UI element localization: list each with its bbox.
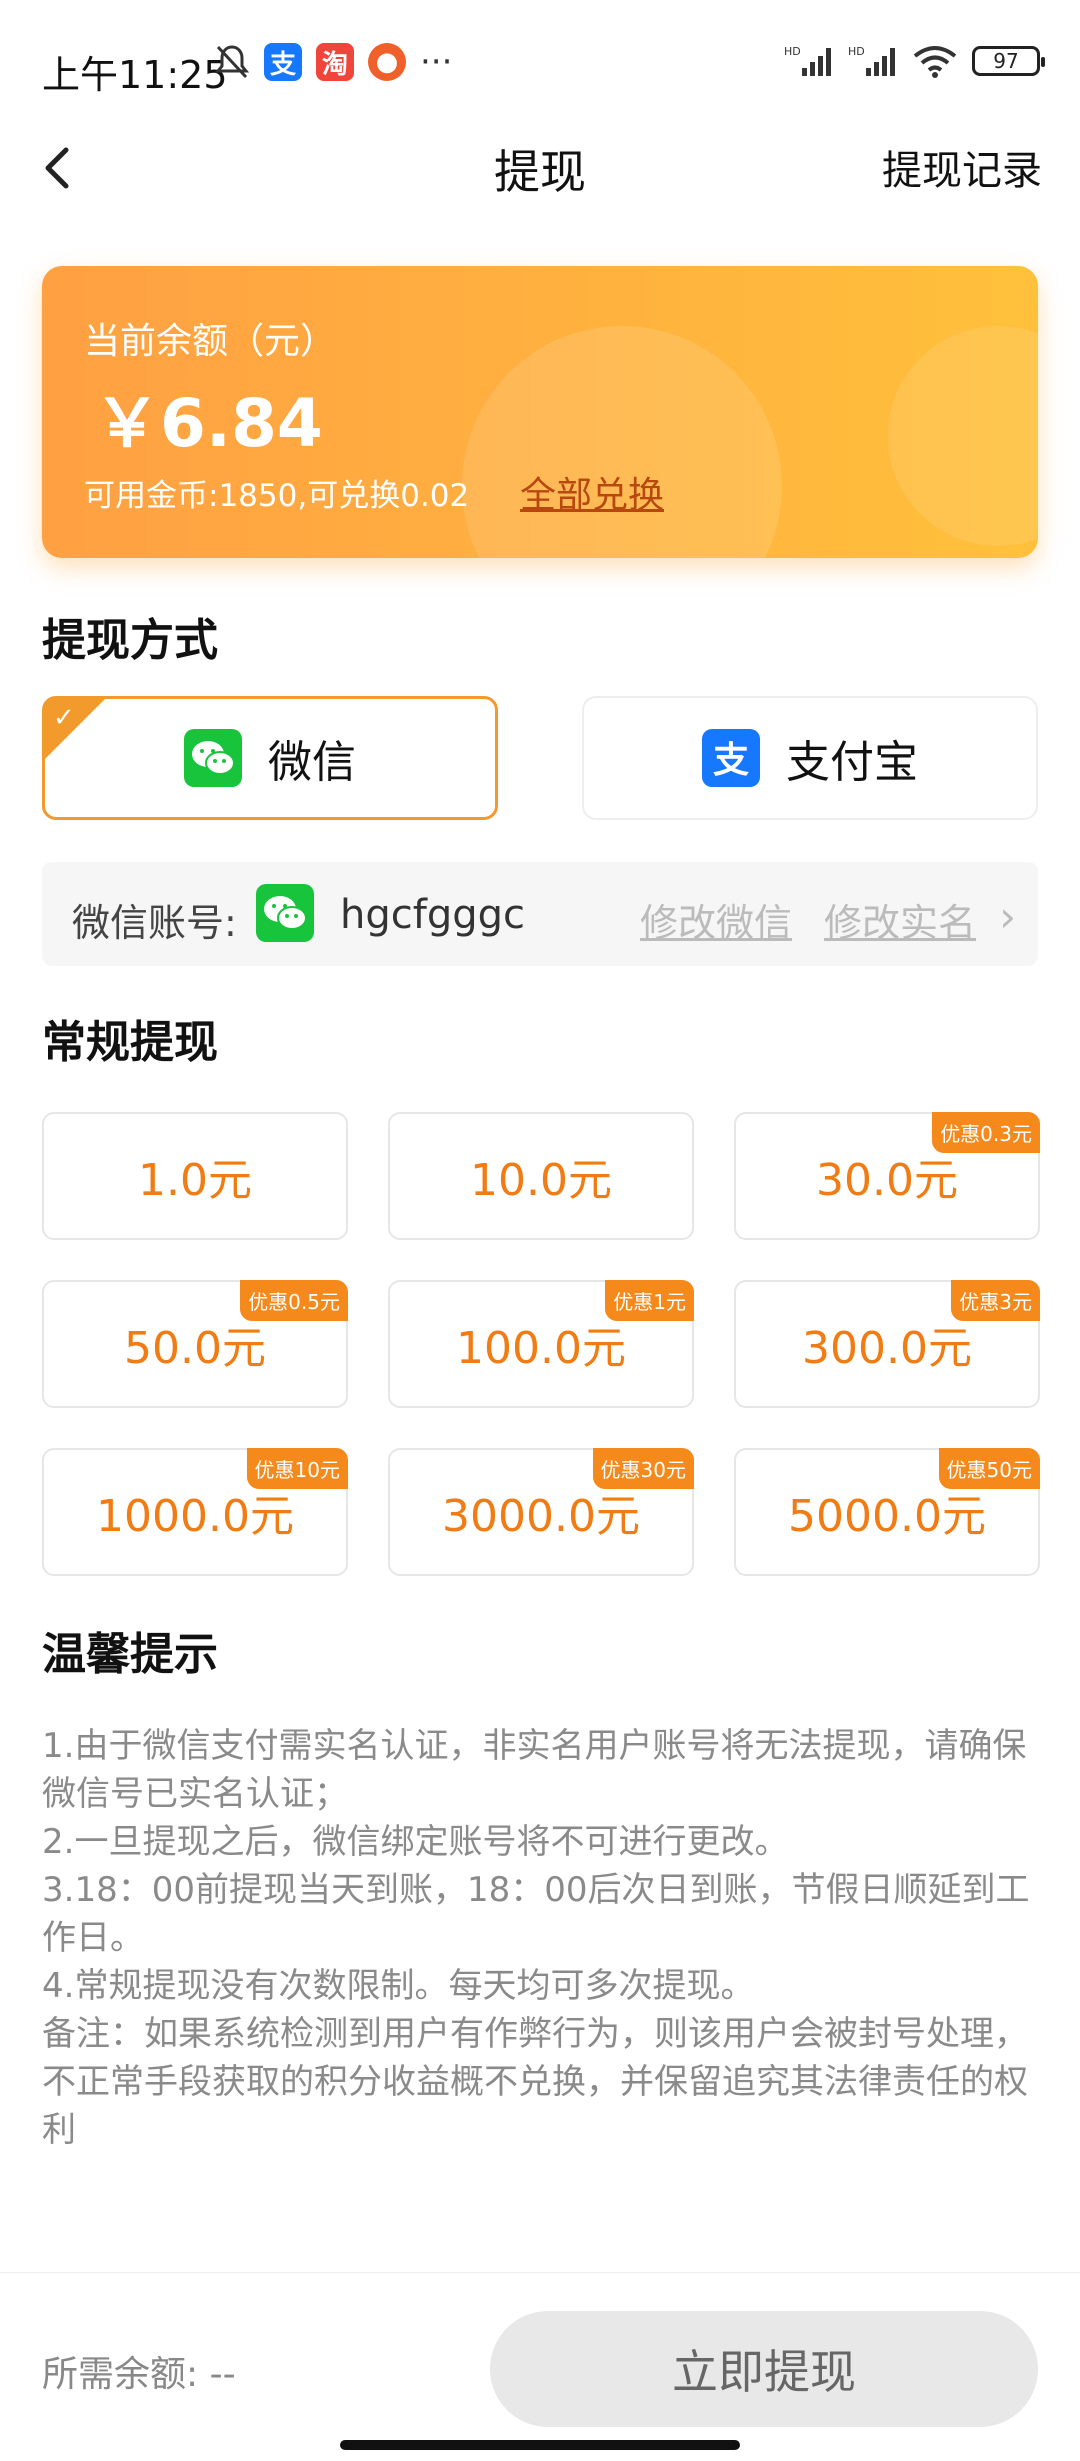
alipay-notification-icon: 支	[264, 43, 302, 81]
withdraw-now-button[interactable]: 立即提现	[490, 2311, 1038, 2427]
amount-option[interactable]: 1.0元	[42, 1112, 348, 1240]
battery-icon: 97	[972, 46, 1045, 76]
more-notifications-icon: ···	[420, 42, 453, 82]
method-wechat-option[interactable]: ✓ 微信	[42, 696, 498, 820]
method-section-title: 提现方式	[42, 615, 218, 666]
method-wechat-label: 微信	[268, 737, 356, 788]
discount-badge: 优惠1元	[605, 1280, 694, 1321]
app-notification-icon: ●	[368, 43, 406, 81]
hd-label: HD	[784, 45, 801, 58]
chevron-right-icon: ›	[999, 892, 1016, 941]
wechat-account-icon	[256, 884, 314, 942]
discount-badge: 优惠10元	[246, 1448, 348, 1489]
status-time: 上午11:25	[42, 53, 228, 97]
coins-text: 可用金币:1850,可兑换0.02	[84, 478, 470, 514]
exchange-all-link[interactable]: 全部兑换	[520, 466, 664, 518]
required-balance-label: 所需余额: --	[42, 2354, 236, 2395]
card-decoration	[462, 326, 782, 558]
amount-option[interactable]: 1000.0元 优惠10元	[42, 1448, 348, 1576]
edit-realname-link[interactable]: 修改实名	[824, 892, 976, 947]
tip-line: 备注：如果系统检测到用户有作弊行为，则该用户会被封号处理，不正常手段获取的积分收…	[42, 2014, 1028, 2150]
mute-bell-icon	[214, 45, 250, 79]
amount-label: 1000.0元	[96, 1491, 294, 1542]
bottom-bar: 所需余额: -- 立即提现	[0, 2272, 1080, 2461]
card-decoration-2	[888, 326, 1038, 546]
tips-text: 1.由于微信支付需实名认证，非实名用户账号将无法提现，请确保微信号已实名认证； …	[42, 1722, 1042, 2154]
signal-icon-2: HD	[848, 45, 895, 76]
tip-line: 2.一旦提现之后，微信绑定账号将不可进行更改。	[42, 1822, 789, 1862]
tips-section-title: 温馨提示	[42, 1629, 218, 1680]
withdraw-record-link[interactable]: 提现记录	[882, 138, 1042, 196]
tip-line: 1.由于微信支付需实名认证，非实名用户账号将无法提现，请确保微信号已实名认证；	[42, 1726, 1027, 1814]
home-indicator[interactable]	[340, 2440, 740, 2450]
account-name: hgcfgggc	[340, 892, 525, 938]
amount-label: 100.0元	[456, 1323, 626, 1374]
amount-option[interactable]: 30.0元 优惠0.3元	[734, 1112, 1040, 1240]
wechat-account-row: 微信账号: hgcfgggc 修改微信 修改实名 ›	[42, 862, 1038, 966]
edit-wechat-link[interactable]: 修改微信	[640, 892, 792, 947]
amount-label: 50.0元	[124, 1323, 266, 1374]
amount-label: 10.0元	[470, 1155, 612, 1206]
amount-option[interactable]: 300.0元 优惠3元	[734, 1280, 1040, 1408]
battery-level: 97	[993, 49, 1019, 73]
account-label: 微信账号:	[72, 901, 237, 945]
wechat-icon	[184, 729, 242, 787]
taobao-notification-icon: 淘	[316, 43, 354, 81]
discount-badge: 优惠3元	[951, 1280, 1040, 1321]
status-notification-icons: 支 淘 ● ···	[214, 42, 452, 82]
status-system-icons: HD HD 97	[784, 44, 1045, 78]
discount-badge: 优惠50元	[938, 1448, 1040, 1489]
status-bar: 上午11:25 支 淘 ● ··· HD HD 97	[0, 0, 1080, 130]
balance-label: 当前余额（元）	[84, 321, 337, 362]
amount-option[interactable]: 100.0元 优惠1元	[388, 1280, 694, 1408]
discount-badge: 优惠0.3元	[932, 1112, 1040, 1153]
balance-amount: ￥6.84	[94, 385, 323, 462]
amount-option[interactable]: 5000.0元 优惠50元	[734, 1448, 1040, 1576]
discount-badge: 优惠0.5元	[240, 1280, 348, 1321]
method-alipay-label: 支付宝	[786, 737, 918, 788]
amount-option[interactable]: 50.0元 优惠0.5元	[42, 1280, 348, 1408]
alipay-icon: 支	[702, 729, 760, 787]
balance-card: 当前余额（元） ￥6.84 可用金币:1850,可兑换0.02 全部兑换	[42, 266, 1038, 558]
check-icon: ✓	[53, 703, 75, 733]
tip-line: 3.18：00前提现当天到账，18：00后次日到账，节假日顺延到工作日。	[42, 1870, 1030, 1958]
amount-label: 1.0元	[138, 1155, 252, 1206]
header: 提现 提现记录	[0, 130, 1080, 220]
amount-label: 300.0元	[802, 1323, 972, 1374]
signal-icon: HD	[784, 45, 831, 76]
hd-label-2: HD	[848, 45, 865, 58]
amount-label: 3000.0元	[442, 1491, 640, 1542]
discount-badge: 优惠30元	[592, 1448, 694, 1489]
amount-label: 30.0元	[816, 1155, 958, 1206]
wifi-icon	[913, 46, 957, 78]
svg-text:支: 支	[713, 740, 749, 780]
regular-section-title: 常规提现	[42, 1017, 218, 1068]
amount-option[interactable]: 3000.0元 优惠30元	[388, 1448, 694, 1576]
method-alipay-option[interactable]: 支 支付宝	[582, 696, 1038, 820]
amount-option[interactable]: 10.0元	[388, 1112, 694, 1240]
amount-label: 5000.0元	[788, 1491, 986, 1542]
tip-line: 4.常规提现没有次数限制。每天均可多次提现。	[42, 1966, 755, 2006]
